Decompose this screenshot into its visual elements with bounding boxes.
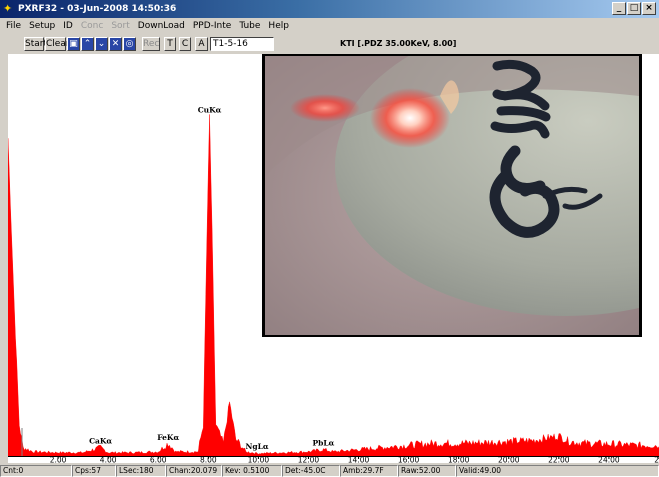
peak-label: PbLα bbox=[313, 438, 335, 447]
close-button[interactable]: × bbox=[642, 2, 656, 15]
menu-conc[interactable]: Conc bbox=[77, 18, 107, 34]
window-controls: _ □ × bbox=[612, 2, 656, 15]
status-cell-kev: Kev: 0.5100 bbox=[222, 465, 282, 477]
menu-setup[interactable]: Setup bbox=[25, 18, 59, 34]
status-cell-cnt: Cnt:0 bbox=[0, 465, 72, 477]
peak-label: NgLα bbox=[246, 442, 269, 451]
x-tick-label: 6.00 bbox=[150, 456, 167, 464]
status-cell-cps: Cps:57 bbox=[72, 465, 116, 477]
menu-ppd-inte[interactable]: PPD-Inte bbox=[189, 18, 235, 34]
c-button[interactable]: C bbox=[179, 37, 191, 51]
menu-download[interactable]: DownLoad bbox=[134, 18, 189, 34]
scale-up-button[interactable]: ⌃ bbox=[81, 37, 94, 51]
x-tick-label: 20.00 bbox=[498, 456, 520, 464]
peak-label: CuKα bbox=[198, 105, 222, 114]
sample-camera-image bbox=[265, 56, 639, 335]
minimize-button[interactable]: _ bbox=[612, 2, 626, 15]
x-tick-label: 24.00 bbox=[598, 456, 620, 464]
menu-sort[interactable]: Sort bbox=[107, 18, 133, 34]
status-cell-det: Det:-45.0C bbox=[282, 465, 340, 477]
camera-view bbox=[262, 54, 642, 337]
window-title: PXRF32 - 03-Jun-2008 14:50:36 bbox=[18, 4, 177, 14]
a-button[interactable]: A bbox=[195, 37, 208, 51]
x-tick-label: 8.00 bbox=[200, 456, 217, 464]
x-tick-label: 16.00 bbox=[398, 456, 420, 464]
x-tick-label: 22.00 bbox=[548, 456, 570, 464]
chevron-up-icon: ⌃ bbox=[83, 39, 92, 49]
x-tick-label: 10.00 bbox=[248, 456, 270, 464]
status-bar: Cnt:0 Cps:57 LSec:180 Chan:20.079 Kev: 0.510… bbox=[0, 465, 659, 477]
sample-id-field[interactable]: T1-5-16 bbox=[210, 37, 274, 51]
status-cell-lsec: LSec:180 bbox=[116, 465, 166, 477]
peak-label: CaKα bbox=[89, 437, 112, 446]
target-button[interactable]: ◎ bbox=[123, 37, 136, 51]
menu-file[interactable]: File bbox=[2, 18, 25, 34]
scale-down-button[interactable]: ⌄ bbox=[95, 37, 108, 51]
peak-label: FeKα bbox=[157, 433, 179, 442]
zoom-in-button[interactable]: ▣ bbox=[67, 37, 80, 51]
start-button[interactable]: Start bbox=[24, 37, 47, 51]
rec-button[interactable]: Rec bbox=[142, 37, 160, 51]
title-bar: ✦ PXRF32 - 03-Jun-2008 14:50:36 _ □ × bbox=[0, 0, 659, 18]
x-tick-label: 12.00 bbox=[298, 456, 320, 464]
menu-id[interactable]: ID bbox=[59, 18, 77, 34]
zoom-in-icon: ▣ bbox=[69, 39, 78, 49]
menu-bar: File Setup ID Conc Sort DownLoad PPD-Inte Tube H… bbox=[0, 18, 659, 34]
chevron-down-icon: ⌄ bbox=[97, 39, 106, 49]
x-tick-label: 2.00 bbox=[50, 456, 67, 464]
status-cell-valid: Valid:49.00 bbox=[456, 465, 659, 477]
x-tick-label: 4.00 bbox=[100, 456, 117, 464]
cross-icon: ✕ bbox=[111, 39, 120, 49]
status-cell-amb: Amb:29.7F bbox=[340, 465, 398, 477]
x-tick-label: 18.00 bbox=[448, 456, 470, 464]
cursor-button[interactable]: ✕ bbox=[109, 37, 122, 51]
menu-tube[interactable]: Tube bbox=[235, 18, 264, 34]
app-icon: ✦ bbox=[3, 2, 13, 15]
status-cell-raw: Raw:52.00 bbox=[398, 465, 456, 477]
maximize-button[interactable]: □ bbox=[627, 2, 641, 15]
x-tick-label: 26 bbox=[654, 456, 659, 464]
toolbar: Start Clear ▣ ⌃ ⌄ ✕ ◎ Rec T C A T1-5-16 … bbox=[0, 35, 659, 53]
t-button[interactable]: T bbox=[164, 37, 176, 51]
menu-help[interactable]: Help bbox=[264, 18, 293, 34]
clear-button[interactable]: Clear bbox=[45, 37, 70, 51]
status-cell-chan: Chan:20.079 bbox=[166, 465, 222, 477]
target-icon: ◎ bbox=[125, 39, 134, 49]
x-tick-label: 14.00 bbox=[348, 456, 370, 464]
acquisition-status: KTI [.PDZ 35.00KeV, 8.00] bbox=[340, 39, 457, 48]
